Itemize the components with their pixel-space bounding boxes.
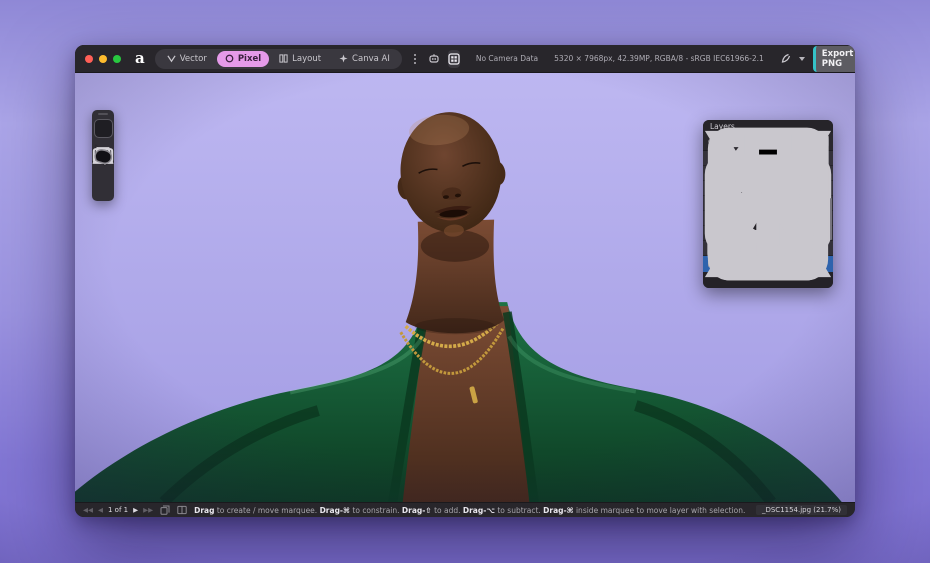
snapping-grid-icon	[448, 52, 460, 65]
app-window: a Vector Pixel Layout Canva AI No Camera…	[75, 45, 855, 517]
persona-switcher: Vector Pixel Layout Canva AI	[154, 48, 402, 69]
pen-tool-menu-button[interactable]	[780, 50, 791, 68]
canva-ai-sparkle-icon	[339, 54, 348, 63]
last-page-button[interactable]: ▶▶	[143, 506, 153, 514]
persona-label: Layout	[292, 53, 322, 64]
desktop-background: a Vector Pixel Layout Canva AI No Camera…	[0, 0, 930, 563]
first-page-button[interactable]: ◀◀	[83, 506, 93, 514]
layers-scrollbar[interactable]	[830, 198, 832, 240]
pages-view-icon[interactable]	[160, 505, 170, 515]
liquify-tool[interactable]	[94, 149, 113, 197]
layers-panel-footer: fx	[703, 127, 833, 288]
document-info: 5320 × 7968px, 42.39MP, RGBA/8 - sRGB IE…	[554, 54, 764, 63]
layers-panel: Layers Opacity: 100 % Passthrough	[703, 120, 833, 288]
persona-canva-ai[interactable]: Canva AI	[331, 51, 398, 67]
previous-page-button[interactable]: ◀	[98, 506, 103, 514]
zoom-window-button[interactable]	[113, 54, 121, 63]
export-png-button[interactable]: Export PNG	[812, 45, 855, 72]
tool-hint-text: Drag to create / move marquee. Drag-⌘ to…	[194, 505, 746, 515]
file-info: _DSC1154.jpg (21.7%)	[755, 505, 847, 515]
pen-dropdown-caret[interactable]	[798, 56, 805, 61]
toolbar: a Vector Pixel Layout Canva AI No Camera…	[75, 45, 855, 73]
pen-icon	[780, 53, 791, 64]
pixel-persona-icon	[225, 54, 234, 63]
spread-view-icon[interactable]	[177, 505, 187, 515]
layout-persona-icon	[279, 54, 288, 63]
export-png-label: Export PNG	[821, 48, 854, 69]
window-controls	[85, 54, 121, 63]
toolbar-overflow-menu[interactable]	[410, 53, 420, 64]
assistant-button[interactable]	[428, 50, 440, 68]
persona-label: Pixel	[237, 53, 262, 64]
persona-layout[interactable]: Layout	[271, 51, 329, 67]
persona-label: Vector	[179, 53, 207, 64]
persona-pixel[interactable]: Pixel	[216, 50, 270, 67]
affinity-logo: a	[135, 49, 145, 67]
snapping-button[interactable]	[447, 49, 460, 68]
camera-data-status: No Camera Data	[475, 54, 539, 63]
minimize-window-button[interactable]	[99, 54, 107, 63]
page-indicator: 1 of 1	[108, 506, 129, 514]
tools-panel	[92, 110, 114, 201]
assistant-robot-icon	[428, 53, 440, 64]
vector-persona-icon	[167, 54, 176, 63]
close-window-button[interactable]	[85, 54, 93, 63]
next-page-button[interactable]: ▶	[133, 506, 138, 514]
persona-vector[interactable]: Vector	[159, 51, 215, 67]
persona-label: Canva AI	[352, 53, 390, 64]
status-bar: ◀◀ ◀ 1 of 1 ▶ ▶▶ Drag to create / move m…	[75, 502, 855, 517]
canvas[interactable]: Layers Opacity: 100 % Passthrough	[75, 73, 855, 502]
